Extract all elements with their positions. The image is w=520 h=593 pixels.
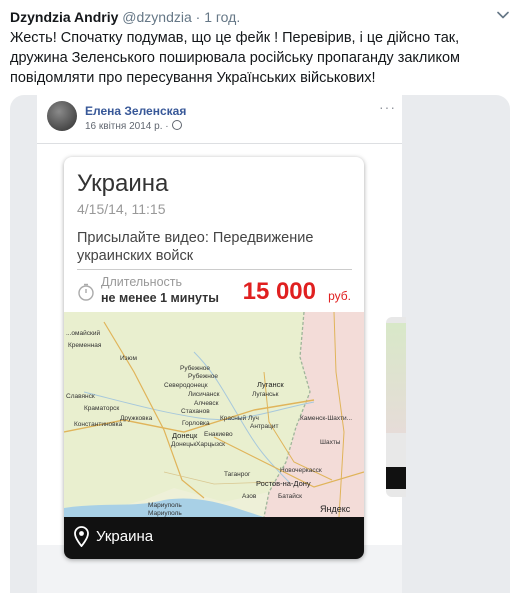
map-city-label: Рубежное — [188, 372, 218, 380]
location-name: Украина — [96, 528, 154, 545]
map-city-label: Стаханов — [181, 408, 210, 415]
divider — [37, 143, 402, 144]
card-description: Присылайте видео: Передвижение украински… — [77, 230, 314, 264]
map-city-label: Шахты — [320, 439, 341, 446]
map-city-label: Изюм — [120, 355, 137, 362]
map-city-label: Луганск — [257, 380, 284, 389]
stopwatch-icon — [78, 283, 94, 301]
map-city-label: ...омайский — [66, 329, 100, 337]
map-city-label: Константиновка — [74, 421, 123, 428]
tweet-author-name[interactable]: Dzyndzia Andriy — [10, 9, 118, 25]
map-city-label: Кременная — [68, 342, 102, 349]
avatar[interactable] — [47, 101, 77, 131]
map-city-label: Донецк — [172, 431, 198, 440]
map-city-label: Батайск — [278, 492, 302, 500]
reward-currency: руб. — [328, 289, 351, 303]
divider — [77, 269, 352, 270]
task-card: Украина 4/15/14, 11:15 Присылайте видео:… — [64, 157, 364, 559]
map-city-label: Рубежное — [180, 364, 210, 372]
map[interactable]: ...омайский Кременная Изюм Рубежное Рубе… — [64, 312, 364, 517]
chevron-down-icon[interactable] — [496, 8, 510, 22]
map-city-label: Красный Луч — [220, 414, 259, 422]
more-options-icon[interactable]: ··· — [379, 99, 396, 115]
map-city-label: Дружковка — [120, 415, 153, 422]
map-city-label: Алчевск — [194, 400, 219, 407]
map-city-label: Донецьк — [171, 441, 196, 448]
tweet-header: Dzyndzia Andriy @dzyndzia · 1 год. — [10, 9, 240, 25]
duration-label: Длительность — [101, 275, 183, 289]
map-city-label: Таганрог — [224, 471, 251, 478]
fb-date-text: 16 квітня 2014 р. · — [85, 121, 169, 132]
next-card-footer — [386, 467, 406, 489]
facebook-post: Елена Зеленская 16 квітня 2014 р. · ··· … — [37, 95, 406, 593]
card-title: Украина — [77, 170, 169, 197]
map-city-label: Азов — [242, 493, 257, 500]
map-city-label: Мариуполь — [148, 510, 182, 517]
map-city-label: Антрацит — [250, 423, 278, 430]
tweet-author-handle[interactable]: @dzyndzia — [122, 9, 191, 25]
map-city-label: Мариуполь — [148, 502, 182, 509]
map-city-label: Каменск-Шахти... — [300, 415, 352, 422]
map-city-label: Славянск — [66, 393, 95, 400]
map-city-label: Лисичанск — [188, 391, 220, 398]
reward-price: 15 000 — [242, 278, 316, 305]
fb-post-date: 16 квітня 2014 р. · — [85, 120, 182, 132]
location-pin-icon — [74, 526, 89, 547]
tweet-text: Жесть! Спочатку подумав, що це фейк ! Пе… — [10, 30, 461, 86]
tweet-time[interactable]: 1 год. — [204, 9, 240, 25]
map-provider-logo: Яндекс — [320, 504, 351, 514]
next-card-map — [386, 323, 406, 433]
map-city-label: Северодонецк — [164, 382, 208, 389]
tweet-separator: · — [195, 9, 201, 25]
map-city-label: Горловка — [182, 420, 210, 427]
map-city-label: Харцызск — [196, 441, 225, 448]
map-city-label: Краматорск — [84, 405, 119, 412]
duration-value: не менее 1 минуты — [101, 291, 219, 305]
map-city-label: Новочеркасск — [280, 467, 322, 474]
tweet-media-image[interactable]: Елена Зеленская 16 квітня 2014 р. · ··· … — [10, 95, 510, 593]
map-city-label: Ростов-на-Дону — [256, 479, 311, 488]
map-city-label: Луганськ — [252, 391, 279, 398]
card-location-bar[interactable]: Украина — [64, 517, 364, 559]
globe-icon — [171, 120, 182, 130]
fb-author-name[interactable]: Елена Зеленская — [85, 104, 186, 118]
map-city-label: Енакиево — [204, 431, 233, 438]
next-card-preview — [386, 317, 406, 497]
card-date: 4/15/14, 11:15 — [77, 201, 166, 217]
